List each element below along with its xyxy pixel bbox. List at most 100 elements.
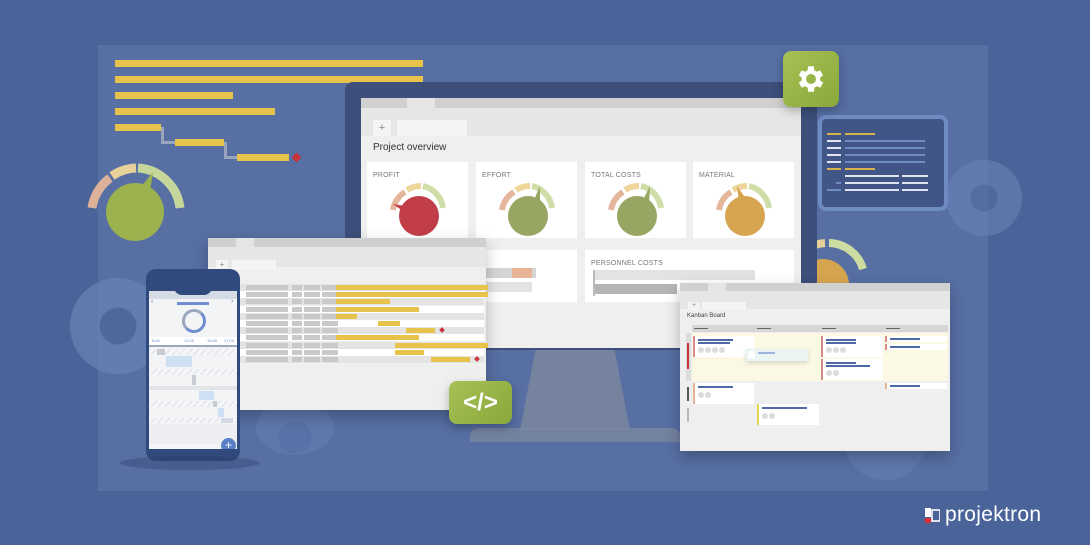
gantt-row[interactable] xyxy=(238,291,488,299)
gantt-cell xyxy=(304,328,320,334)
gantt-bar[interactable] xyxy=(336,285,488,290)
gauge-green-icon xyxy=(608,182,664,236)
gantt-cell xyxy=(322,349,338,355)
gantt-row[interactable] xyxy=(238,334,484,342)
kpi-card-profit[interactable]: PROFIT xyxy=(367,162,468,238)
kanban-card-dragging[interactable] xyxy=(746,349,808,361)
chevron-left-icon[interactable]: ‹ xyxy=(151,298,153,305)
gantt-row[interactable] xyxy=(238,356,484,363)
gauge-amber-icon xyxy=(716,182,772,236)
code-editor-panel xyxy=(818,115,948,211)
code-icon: </> xyxy=(463,388,498,416)
gantt-dependency xyxy=(224,142,237,159)
gantt-row[interactable] xyxy=(238,327,484,335)
schedule-divider xyxy=(149,386,237,390)
page-title: Project overview xyxy=(373,142,447,153)
gantt-cell xyxy=(304,299,320,305)
add-button[interactable]: + xyxy=(221,438,236,449)
gantt-row[interactable] xyxy=(238,298,484,306)
column-header xyxy=(822,328,836,329)
gantt-cell xyxy=(304,349,320,355)
tab-active[interactable] xyxy=(407,98,435,108)
kpi-card-effort[interactable]: EFFORT xyxy=(476,162,577,238)
gantt-bar[interactable] xyxy=(431,357,470,362)
gantt-bar[interactable] xyxy=(395,349,424,355)
settings-badge[interactable] xyxy=(783,51,839,107)
gantt-bar[interactable] xyxy=(378,321,400,326)
phone-screen: ‹ › 8:00 12:00 15:00 17:00 + xyxy=(149,291,237,449)
schedule-block[interactable] xyxy=(157,349,165,355)
gantt-cell xyxy=(292,357,302,362)
tab-active[interactable] xyxy=(708,283,726,291)
gantt-row[interactable] xyxy=(238,320,484,327)
gantt-dependency xyxy=(161,127,175,144)
projektron-logo[interactable]: projektron xyxy=(925,503,1041,527)
gantt-bar[interactable] xyxy=(336,292,488,298)
kanban-card[interactable] xyxy=(821,359,883,380)
kanban-card[interactable] xyxy=(693,383,754,404)
kanban-card[interactable] xyxy=(885,383,947,389)
gantt-bar[interactable] xyxy=(395,342,488,348)
gantt-row[interactable] xyxy=(238,341,488,349)
tab-name-field[interactable] xyxy=(232,260,276,270)
gantt-row[interactable] xyxy=(238,305,484,313)
kpi-label: EFFORT xyxy=(482,172,512,179)
schedule-block[interactable] xyxy=(166,356,192,367)
gantt-cell xyxy=(304,342,320,348)
gantt-row[interactable] xyxy=(238,312,484,320)
gantt-row[interactable] xyxy=(238,348,484,356)
column-header xyxy=(886,328,900,329)
gantt-cell xyxy=(246,306,288,312)
kanban-header xyxy=(692,325,948,332)
gantt-cell xyxy=(246,321,288,326)
gantt-bar xyxy=(175,139,224,146)
kanban-card[interactable] xyxy=(693,336,754,357)
time-label: 12:00 xyxy=(184,338,195,343)
new-tab-button[interactable]: + xyxy=(373,120,391,136)
column-header xyxy=(694,328,708,329)
gantt-cell xyxy=(304,357,320,362)
gantt-bar[interactable] xyxy=(336,335,419,341)
gantt-cell xyxy=(292,335,302,341)
gantt-bar xyxy=(115,124,161,131)
gantt-bar[interactable] xyxy=(406,328,435,334)
progress-ring xyxy=(182,309,206,333)
gantt-cell xyxy=(292,292,302,298)
gantt-bar xyxy=(115,60,423,67)
gantt-cell xyxy=(304,285,320,290)
gantt-bar xyxy=(115,92,233,99)
gantt-cell xyxy=(246,349,288,355)
kanban-card[interactable] xyxy=(885,344,947,350)
gantt-cell xyxy=(322,342,338,348)
gantt-bar[interactable] xyxy=(336,299,390,305)
kanban-card[interactable] xyxy=(885,336,947,342)
gantt-row[interactable] xyxy=(238,284,488,291)
kpi-card-material[interactable]: MATERIAL xyxy=(693,162,794,238)
gantt-cell xyxy=(292,349,302,355)
code-badge[interactable]: </> xyxy=(449,381,512,424)
cost-card[interactable] xyxy=(476,250,577,302)
gantt-cell xyxy=(292,299,302,305)
tab-name-field[interactable] xyxy=(702,302,746,310)
kanban-card[interactable] xyxy=(821,336,883,357)
schedule-block[interactable] xyxy=(213,401,217,407)
gauge-icon xyxy=(87,163,185,241)
gantt-bar[interactable] xyxy=(336,306,419,312)
kanban-card[interactable] xyxy=(757,404,819,425)
phone-shadow xyxy=(120,456,260,470)
schedule-block[interactable] xyxy=(218,408,224,417)
tab-name-field[interactable] xyxy=(397,120,467,136)
chevron-right-icon[interactable]: › xyxy=(231,298,233,305)
schedule-block[interactable] xyxy=(199,391,214,400)
gantt-bar[interactable] xyxy=(336,313,357,319)
new-tab-button[interactable]: + xyxy=(688,302,700,310)
schedule-block[interactable] xyxy=(192,375,196,385)
kpi-card-total-costs[interactable]: TOTAL COSTS xyxy=(585,162,686,238)
gantt-cell xyxy=(246,357,288,362)
schedule-block[interactable] xyxy=(221,418,233,423)
phone-notch xyxy=(174,283,212,295)
gantt-cell xyxy=(304,313,320,319)
brand-name: projektron xyxy=(945,503,1042,526)
tab-active[interactable] xyxy=(236,238,254,247)
gantt-cell xyxy=(246,292,288,298)
